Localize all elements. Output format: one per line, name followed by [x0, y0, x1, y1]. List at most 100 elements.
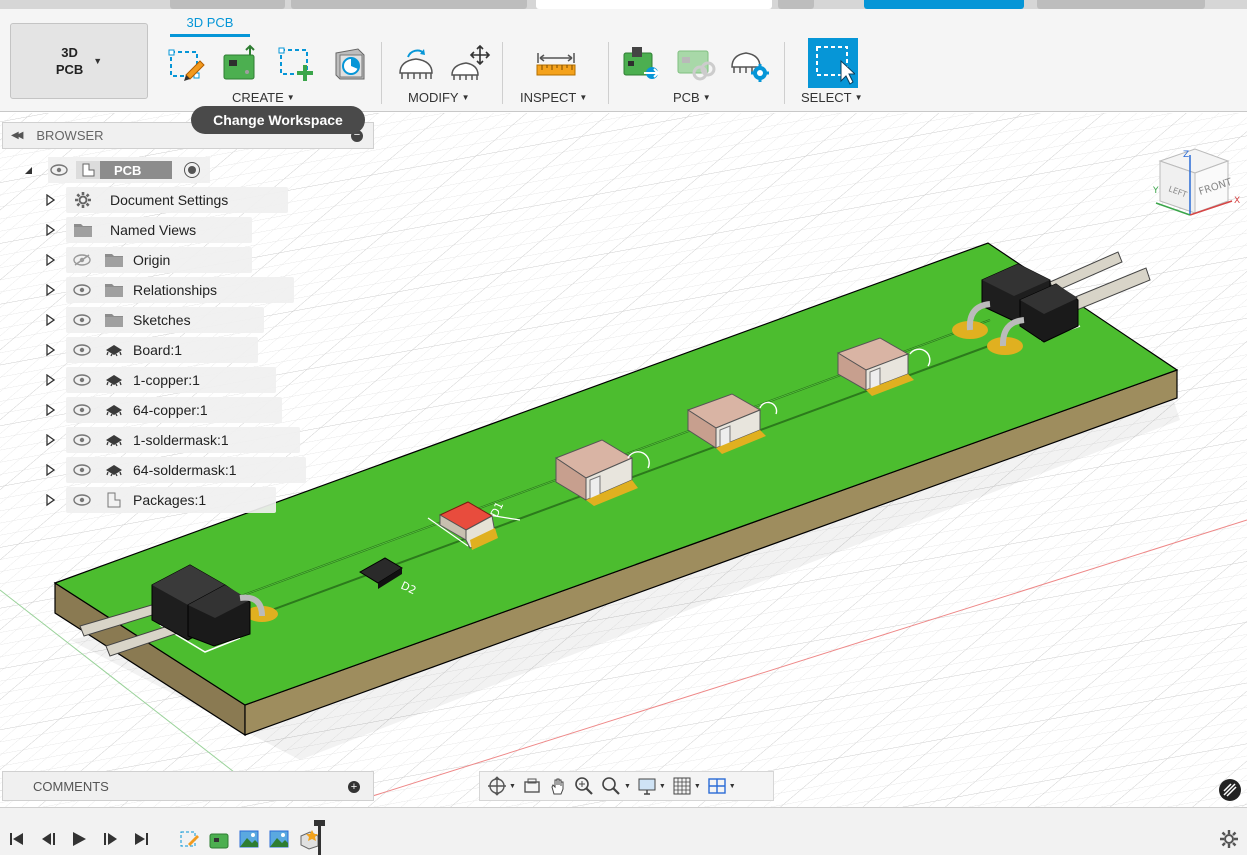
collapse-panel-icon[interactable]: ◀◀ — [11, 130, 24, 141]
collapse-triangle-icon[interactable] — [22, 164, 34, 176]
derive-icon[interactable] — [326, 41, 370, 85]
browser-item-1-copper-1[interactable]: 1-copper:1 — [44, 367, 276, 393]
display-settings-icon[interactable]: ▼ — [634, 774, 669, 798]
y-axis-label: Y — [1152, 186, 1159, 196]
eye-icon[interactable] — [73, 404, 91, 416]
expand-triangle-icon[interactable] — [44, 494, 56, 506]
folder-icon — [103, 252, 125, 268]
comments-panel[interactable]: COMMENTS + — [2, 771, 374, 801]
inspect-menu[interactable]: INSPECT ▼ — [520, 90, 587, 105]
folder-icon — [72, 222, 94, 238]
browser-item-1-soldermask-1[interactable]: 1-soldermask:1 — [44, 427, 300, 453]
go-to-end-icon[interactable] — [130, 828, 152, 850]
eye-icon[interactable] — [73, 434, 91, 446]
step-back-icon[interactable] — [38, 828, 60, 850]
add-comment-button[interactable]: + — [348, 781, 360, 793]
browser-item-label: Document Settings — [110, 192, 229, 208]
grid-settings-icon[interactable]: ▼ — [669, 774, 704, 798]
select-tool-icon[interactable] — [808, 38, 858, 88]
expand-triangle-icon[interactable] — [44, 434, 56, 446]
expand-triangle-icon[interactable] — [44, 374, 56, 386]
toolbar: 3D PCB ▼ 3D PCB CREATE ▼ MODIFY ▼ INSPECT ▼ — [0, 9, 1247, 112]
browser-item-label: Named Views — [110, 222, 197, 238]
browser-item-64-soldermask-1[interactable]: 64-soldermask:1 — [44, 457, 306, 483]
package-settings-icon[interactable] — [728, 41, 772, 85]
pan-hand-icon[interactable] — [545, 774, 571, 798]
activate-radio[interactable] — [184, 162, 200, 178]
expand-triangle-icon[interactable] — [44, 254, 56, 266]
link-pcb-icon[interactable] — [674, 41, 718, 85]
share-button[interactable] — [864, 0, 1024, 9]
eye-icon[interactable] — [73, 374, 91, 386]
sketch-edit-icon[interactable] — [164, 41, 208, 85]
expand-triangle-icon[interactable] — [44, 404, 56, 416]
workspace-label: 3D PCB — [55, 45, 84, 77]
display-style-icon[interactable] — [1219, 779, 1241, 801]
timeline-sketch-feature-icon[interactable] — [178, 828, 200, 850]
measure-icon[interactable] — [534, 41, 578, 85]
expand-triangle-icon[interactable] — [44, 314, 56, 326]
expand-triangle-icon[interactable] — [44, 344, 56, 356]
view-cube[interactable]: FRONT LEFT Z X Y — [1150, 143, 1245, 223]
create-board-icon[interactable] — [218, 41, 262, 85]
browser-item-sketches[interactable]: Sketches — [44, 307, 264, 333]
eye-icon[interactable] — [73, 314, 91, 326]
window-tab[interactable] — [778, 0, 814, 9]
expand-triangle-icon[interactable] — [44, 194, 56, 206]
push-to-pcb-icon[interactable] — [620, 41, 664, 85]
browser-root-pcb[interactable]: PCB — [22, 157, 210, 183]
pcb-menu[interactable]: PCB ▼ — [673, 90, 711, 105]
eye-icon[interactable] — [50, 164, 68, 176]
browser-item-relationships[interactable]: Relationships — [44, 277, 294, 303]
browser-item-chip: Sketches — [66, 307, 264, 333]
browser-item-chip: Relationships — [66, 277, 294, 303]
browser-item-label: Relationships — [133, 282, 218, 298]
timeline-marker-head[interactable] — [314, 820, 325, 826]
select-menu[interactable]: SELECT ▼ — [801, 90, 863, 105]
browser-item-board-1[interactable]: Board:1 — [44, 337, 258, 363]
viewports-icon[interactable]: ▼ — [704, 774, 739, 798]
workspace-switcher-button[interactable]: 3D PCB ▼ — [10, 23, 148, 99]
expand-triangle-icon[interactable] — [44, 464, 56, 476]
go-to-start-icon[interactable] — [6, 828, 28, 850]
browser-item-named-views[interactable]: Named Views — [44, 217, 252, 243]
window-tab[interactable] — [291, 0, 527, 9]
toolbar-separator — [608, 42, 609, 104]
browser-item-packages-1[interactable]: Packages:1 — [44, 487, 276, 513]
create-menu[interactable]: CREATE ▼ — [232, 90, 295, 105]
timeline-image-feature-icon[interactable] — [268, 828, 290, 850]
orbit-icon[interactable]: ▼ — [484, 774, 519, 798]
window-tab-active[interactable] — [536, 0, 772, 9]
root-chip: PCB — [48, 157, 210, 183]
eye-icon[interactable] — [73, 344, 91, 356]
eye-icon[interactable] — [73, 284, 91, 296]
modify-menu[interactable]: MODIFY ▼ — [408, 90, 469, 105]
window-tab[interactable] — [1037, 0, 1205, 9]
navigation-bar: ▼ ▼ ▼ ▼ ▼ — [479, 771, 774, 801]
zoom-window-icon[interactable]: ▼ — [597, 774, 634, 798]
browser-item-origin[interactable]: Origin — [44, 247, 252, 273]
look-at-icon[interactable] — [519, 774, 545, 798]
timeline-package-feature-icon[interactable] — [298, 828, 320, 850]
timeline-settings-gear-icon[interactable] — [1218, 828, 1240, 850]
modify-package-icon[interactable] — [394, 41, 438, 85]
window-tab-strip — [0, 0, 1247, 9]
timeline-image-feature-icon[interactable] — [238, 828, 260, 850]
tab-3d-pcb[interactable]: 3D PCB — [170, 15, 250, 30]
browser-title: BROWSER — [36, 128, 104, 143]
browser-item-document-settings[interactable]: Document Settings — [44, 187, 288, 213]
expand-triangle-icon[interactable] — [44, 284, 56, 296]
zoom-icon[interactable] — [571, 774, 597, 798]
sketch-add-icon[interactable] — [274, 41, 318, 85]
eye-hidden-icon[interactable] — [73, 254, 91, 266]
expand-triangle-icon[interactable] — [44, 224, 56, 236]
step-forward-icon[interactable] — [99, 828, 121, 850]
eye-icon[interactable] — [73, 494, 91, 506]
browser-item-64-copper-1[interactable]: 64-copper:1 — [44, 397, 282, 423]
eye-icon[interactable] — [73, 464, 91, 476]
play-icon[interactable] — [68, 828, 90, 850]
window-tab[interactable] — [170, 0, 285, 9]
folder-icon — [103, 312, 125, 328]
timeline-board-feature-icon[interactable] — [208, 828, 230, 850]
move-package-icon[interactable] — [448, 41, 492, 85]
